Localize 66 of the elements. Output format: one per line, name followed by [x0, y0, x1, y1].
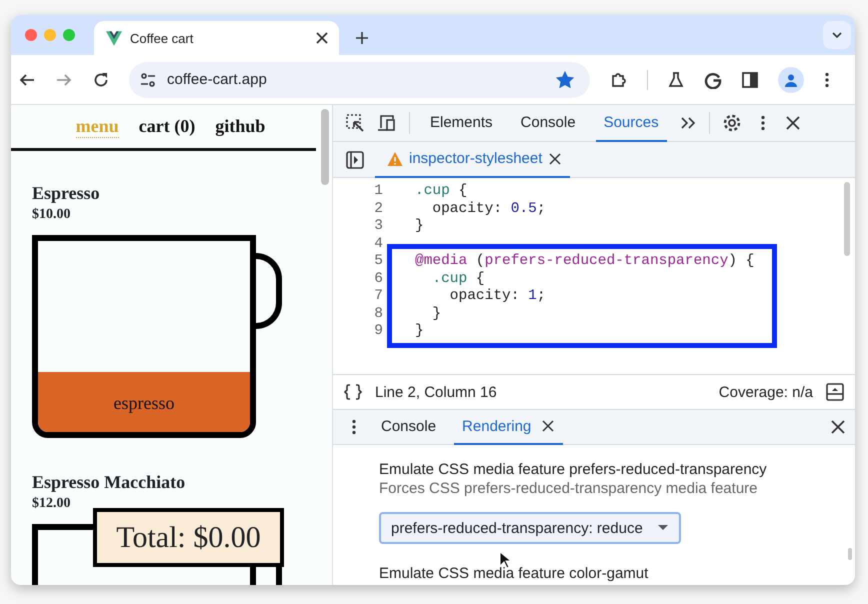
- pretty-print-icon[interactable]: [343, 382, 363, 402]
- coffee-price: $10.00: [32, 207, 72, 223]
- setting-title: Emulate CSS media feature color-gamut: [379, 565, 650, 582]
- cup-drawing[interactable]: espresso: [32, 235, 256, 438]
- close-icon[interactable]: [829, 418, 847, 436]
- nav-link[interactable]: github: [215, 116, 266, 137]
- line-number: 8: [373, 306, 383, 323]
- code-line: .cup {: [431, 270, 485, 288]
- setting-title: Emulate CSS media feature prefers-reduced-transparency: [379, 461, 768, 478]
- coffee-name: Espresso: [32, 183, 101, 204]
- close-icon[interactable]: [541, 419, 556, 433]
- line-number: 7: [373, 288, 383, 306]
- inspect-element-icon[interactable]: [345, 113, 365, 133]
- file-name: inspector-stylesheet: [409, 150, 542, 167]
- line-number: 2: [373, 200, 383, 218]
- code-line: @media (prefers-reduced-transparency) {: [415, 253, 754, 270]
- close-icon[interactable]: [784, 114, 802, 132]
- setting-description: Forces CSS prefers-reduced-transparency media feature: [379, 480, 759, 497]
- code-line: }: [415, 323, 424, 340]
- browser-tab[interactable]: Coffee cart: [94, 21, 339, 55]
- flask-icon[interactable]: [667, 70, 686, 88]
- nav-link[interactable]: cart (0): [138, 116, 196, 137]
- settings-icon[interactable]: [722, 113, 742, 133]
- site-settings-icon[interactable]: [139, 70, 157, 88]
- emulation-dropdown[interactable]: prefers-reduced-transparency: reduce: [379, 512, 681, 544]
- scrollbar-thumb[interactable]: [321, 109, 329, 185]
- line-number: 9: [373, 323, 383, 340]
- code-line: opacity: 0.5;: [431, 200, 546, 218]
- sidebar-toggle-icon[interactable]: [345, 150, 365, 170]
- scrollbar-thumb[interactable]: [844, 182, 850, 256]
- url-text: coffee-cart.app: [167, 71, 267, 88]
- new-tab-icon[interactable]: [355, 31, 369, 45]
- reload-icon[interactable]: [92, 70, 110, 88]
- puzzle-icon[interactable]: [610, 70, 628, 88]
- cursor-position: Line 2, Column 16: [375, 384, 497, 400]
- code-line: }: [431, 306, 442, 323]
- v-logo-icon: [106, 30, 122, 46]
- close-icon[interactable]: [548, 152, 562, 166]
- coffee-name: Espresso Macchiato: [32, 472, 186, 493]
- drawer-tab[interactable]: Rendering: [462, 418, 532, 434]
- devtools-tab[interactable]: Elements: [422, 104, 501, 142]
- ingredient-layer: espresso: [38, 372, 250, 432]
- code-line: }: [415, 218, 424, 236]
- coffee-price: $12.00: [32, 496, 72, 512]
- mouse-cursor-icon: [499, 551, 511, 569]
- g-logo-icon[interactable]: [704, 70, 722, 88]
- line-number: 4: [373, 236, 383, 253]
- tab-search-button[interactable]: [823, 21, 851, 49]
- line-number: 1: [373, 183, 383, 200]
- line-number: 6: [373, 270, 383, 288]
- devtools-tab[interactable]: Console: [512, 104, 584, 142]
- code-line: opacity: 1;: [448, 288, 546, 306]
- cart-total-tooltip[interactable]: Total: $0.00: [93, 508, 284, 567]
- code-line: .cup {: [415, 183, 468, 200]
- line-number: 3: [373, 218, 383, 236]
- line-number: 5: [373, 253, 383, 270]
- star-icon[interactable]: [556, 70, 574, 88]
- panel-toggle-icon[interactable]: [825, 382, 845, 402]
- side-panel-icon[interactable]: [741, 70, 760, 88]
- close-icon[interactable]: [315, 31, 329, 45]
- address-bar[interactable]: coffee-cart.app: [129, 62, 590, 98]
- drawer-tab[interactable]: Console: [381, 418, 436, 434]
- profile-avatar[interactable]: [778, 66, 804, 92]
- device-toolbar-icon[interactable]: [377, 113, 397, 133]
- tab-title: Coffee cart: [130, 30, 194, 46]
- coverage-text: Coverage: n/a: [718, 384, 813, 400]
